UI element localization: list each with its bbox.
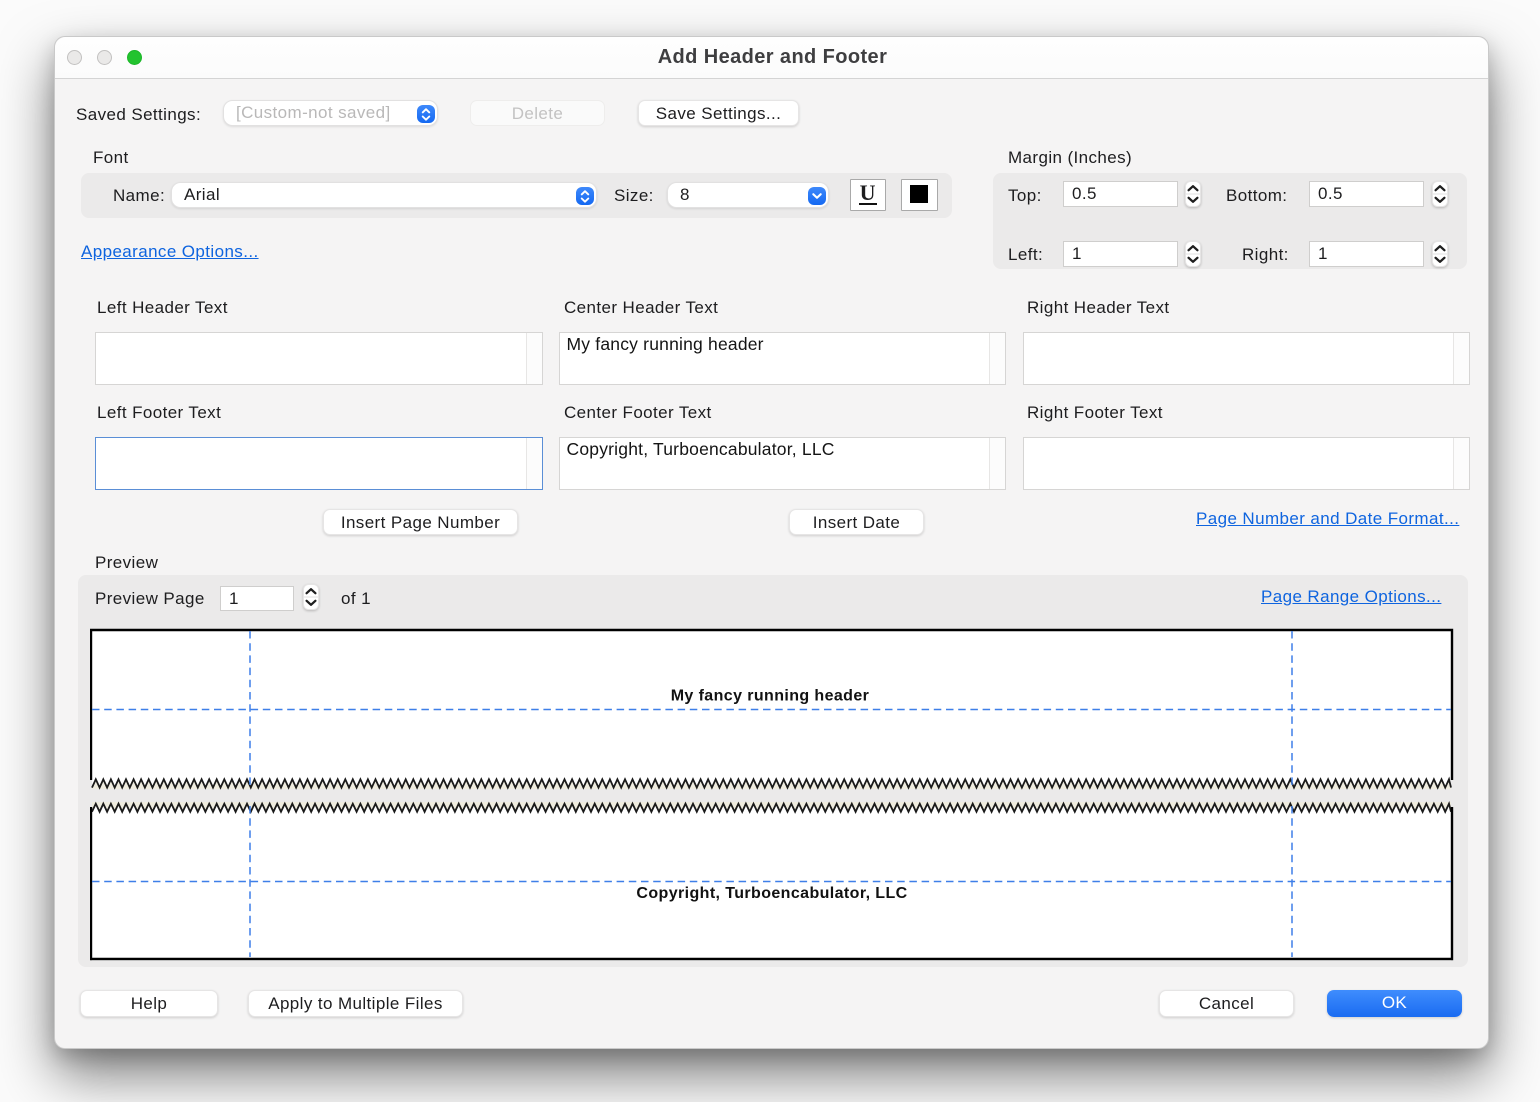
svg-text:Copyright, Turboencabulator, L: Copyright, Turboencabulator, LLC	[636, 885, 907, 902]
svg-text:My fancy running header: My fancy running header	[671, 688, 870, 705]
